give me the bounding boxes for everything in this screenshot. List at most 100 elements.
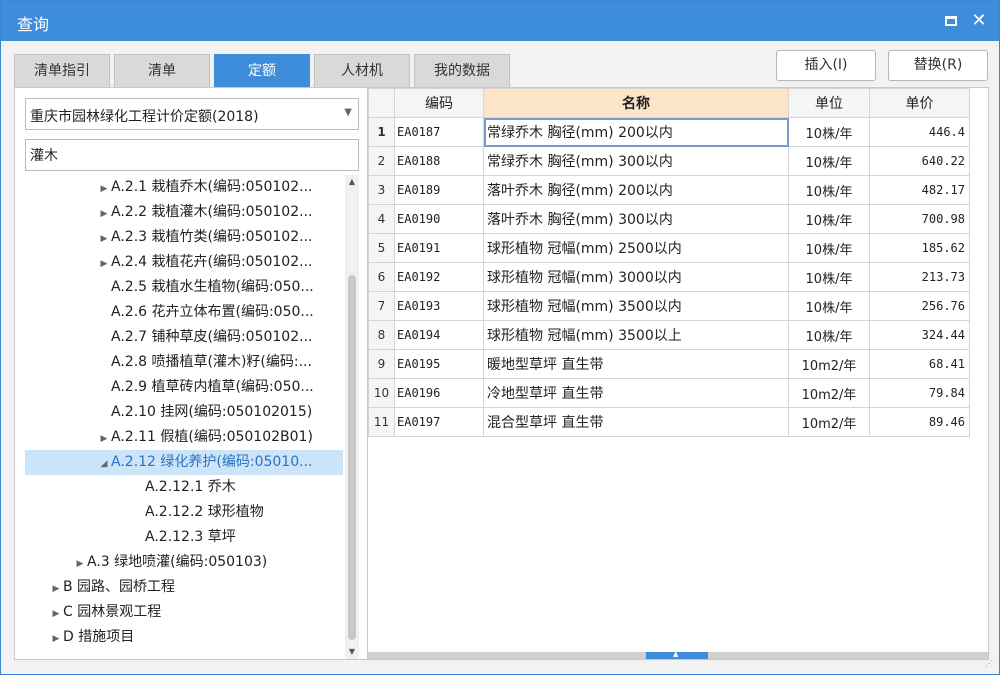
price-cell[interactable]: 213.73: [869, 262, 970, 292]
unit-cell[interactable]: 10株/年: [788, 117, 870, 147]
name-cell[interactable]: 球形植物 冠幅(mm) 2500以内: [483, 233, 789, 263]
tree-node[interactable]: ▶ A.2.1 栽植乔木(编码:050102...: [25, 175, 343, 200]
table-row[interactable]: 3 EA0189 落叶乔木 胸径(mm) 200以内 10株/年 482.17: [368, 175, 970, 205]
table-row[interactable]: 9 EA0195 暖地型草坪 直生带 10m2/年 68.41: [368, 349, 970, 379]
tab-my-data[interactable]: 我的数据: [414, 54, 510, 87]
name-cell[interactable]: 球形植物 冠幅(mm) 3500以内: [483, 291, 789, 321]
code-cell[interactable]: EA0187: [394, 117, 484, 147]
code-cell[interactable]: EA0194: [394, 320, 484, 350]
tree-node[interactable]: A.2.12.2 球形植物: [25, 500, 343, 525]
tree-node[interactable]: A.2.12.1 乔木: [25, 475, 343, 500]
scroll-down-icon[interactable]: ▼: [345, 645, 359, 659]
tree-node[interactable]: ▶ A.2.2 栽植灌木(编码:050102...: [25, 200, 343, 225]
code-cell[interactable]: EA0189: [394, 175, 484, 205]
column-header-name[interactable]: 名称: [483, 88, 789, 118]
price-cell[interactable]: 68.41: [869, 349, 970, 379]
code-cell[interactable]: EA0197: [394, 407, 484, 437]
expand-arrow-icon[interactable]: ▶: [49, 602, 63, 625]
price-cell[interactable]: 256.76: [869, 291, 970, 321]
expand-arrow-icon[interactable]: ▶: [97, 252, 111, 275]
unit-cell[interactable]: 10m2/年: [788, 349, 870, 379]
column-header-code[interactable]: 编码: [394, 88, 484, 118]
tree-node[interactable]: ▶ A.2.4 栽植花卉(编码:050102...: [25, 250, 343, 275]
tab-list-guide[interactable]: 清单指引: [14, 54, 110, 87]
tab-list[interactable]: 清单: [114, 54, 210, 87]
grid-horizontal-scrollbar[interactable]: ▲: [368, 650, 988, 659]
title-bar[interactable]: 查询 ✕: [1, 1, 999, 41]
scroll-up-icon[interactable]: ▲: [345, 175, 359, 189]
name-cell[interactable]: 混合型草坪 直生带: [483, 407, 789, 437]
resize-grip-icon[interactable]: ⋰: [985, 660, 997, 673]
tree-node[interactable]: ▶ A.3 绿地喷灌(编码:050103): [25, 550, 343, 575]
expand-arrow-icon[interactable]: ▶: [97, 177, 111, 200]
tree-node[interactable]: ▶ D 措施项目: [25, 625, 343, 650]
code-cell[interactable]: EA0191: [394, 233, 484, 263]
column-header-price[interactable]: 单价: [869, 88, 970, 118]
tree-node[interactable]: A.2.12.3 草坪: [25, 525, 343, 550]
unit-cell[interactable]: 10株/年: [788, 291, 870, 321]
maximize-button[interactable]: [939, 9, 963, 33]
insert-button[interactable]: 插入(I): [776, 50, 876, 81]
tree-node[interactable]: A.2.5 栽植水生植物(编码:050...: [25, 275, 343, 300]
tree-node[interactable]: A.2.10 挂网(编码:050102015): [25, 400, 343, 425]
expand-arrow-icon[interactable]: ▶: [73, 552, 87, 575]
expand-arrow-icon[interactable]: ▶: [97, 227, 111, 250]
code-cell[interactable]: EA0188: [394, 146, 484, 176]
tree-node[interactable]: ▶ A.2.11 假植(编码:050102B01): [25, 425, 343, 450]
expand-arrow-icon[interactable]: ▶: [49, 577, 63, 600]
table-row[interactable]: 1 EA0187 常绿乔木 胸径(mm) 200以内 10株/年 446.4: [368, 117, 970, 147]
tree-node[interactable]: A.2.9 植草砖内植草(编码:050...: [25, 375, 343, 400]
name-cell[interactable]: 冷地型草坪 直生带: [483, 378, 789, 408]
name-cell[interactable]: 暖地型草坪 直生带: [483, 349, 789, 379]
column-header-unit[interactable]: 单位: [788, 88, 870, 118]
name-cell[interactable]: 落叶乔木 胸径(mm) 300以内: [483, 204, 789, 234]
price-cell[interactable]: 446.4: [869, 117, 970, 147]
price-cell[interactable]: 640.22: [869, 146, 970, 176]
unit-cell[interactable]: 10m2/年: [788, 378, 870, 408]
tree-node[interactable]: ◢ A.2.12 绿化养护(编码:05010...: [25, 450, 343, 475]
unit-cell[interactable]: 10株/年: [788, 320, 870, 350]
price-cell[interactable]: 185.62: [869, 233, 970, 263]
tree-node[interactable]: ▶ C 园林景观工程: [25, 600, 343, 625]
table-row[interactable]: 7 EA0193 球形植物 冠幅(mm) 3500以内 10株/年 256.76: [368, 291, 970, 321]
code-cell[interactable]: EA0195: [394, 349, 484, 379]
price-cell[interactable]: 482.17: [869, 175, 970, 205]
expand-arrow-icon[interactable]: ▶: [97, 202, 111, 225]
tree-scrollbar[interactable]: ▲ ▼: [345, 175, 359, 659]
tree-node[interactable]: A.2.7 铺种草皮(编码:050102...: [25, 325, 343, 350]
tree-node[interactable]: A.2.6 花卉立体布置(编码:050...: [25, 300, 343, 325]
unit-cell[interactable]: 10株/年: [788, 146, 870, 176]
table-row[interactable]: 8 EA0194 球形植物 冠幅(mm) 3500以上 10株/年 324.44: [368, 320, 970, 350]
splitter-handle[interactable]: ▲: [646, 650, 708, 659]
expand-arrow-icon[interactable]: ▶: [97, 427, 111, 450]
price-cell[interactable]: 79.84: [869, 378, 970, 408]
tab-quota[interactable]: 定额: [214, 54, 310, 87]
price-cell[interactable]: 89.46: [869, 407, 970, 437]
name-cell[interactable]: 球形植物 冠幅(mm) 3500以上: [483, 320, 789, 350]
code-cell[interactable]: EA0193: [394, 291, 484, 321]
table-row[interactable]: 4 EA0190 落叶乔木 胸径(mm) 300以内 10株/年 700.98: [368, 204, 970, 234]
unit-cell[interactable]: 10m2/年: [788, 407, 870, 437]
quota-library-select[interactable]: 重庆市园林绿化工程计价定额(2018) ▼: [25, 98, 359, 130]
table-row[interactable]: 10 EA0196 冷地型草坪 直生带 10m2/年 79.84: [368, 378, 970, 408]
unit-cell[interactable]: 10株/年: [788, 175, 870, 205]
code-cell[interactable]: EA0190: [394, 204, 484, 234]
unit-cell[interactable]: 10株/年: [788, 262, 870, 292]
name-cell[interactable]: 常绿乔木 胸径(mm) 200以内: [483, 117, 789, 147]
name-cell[interactable]: 球形植物 冠幅(mm) 3000以内: [483, 262, 789, 292]
price-cell[interactable]: 324.44: [869, 320, 970, 350]
name-cell[interactable]: 常绿乔木 胸径(mm) 300以内: [483, 146, 789, 176]
code-cell[interactable]: EA0196: [394, 378, 484, 408]
code-cell[interactable]: EA0192: [394, 262, 484, 292]
collapse-arrow-icon[interactable]: ◢: [97, 452, 111, 475]
scrollbar-thumb[interactable]: [348, 275, 356, 640]
price-cell[interactable]: 700.98: [869, 204, 970, 234]
table-row[interactable]: 6 EA0192 球形植物 冠幅(mm) 3000以内 10株/年 213.73: [368, 262, 970, 292]
tree-node[interactable]: A.2.8 喷播植草(灌木)籽(编码:...: [25, 350, 343, 375]
name-cell[interactable]: 落叶乔木 胸径(mm) 200以内: [483, 175, 789, 205]
search-input[interactable]: [25, 139, 359, 171]
tree-node[interactable]: ▶ B 园路、园桥工程: [25, 575, 343, 600]
tree-node[interactable]: ▶ A.2.3 栽植竹类(编码:050102...: [25, 225, 343, 250]
replace-button[interactable]: 替换(R): [888, 50, 988, 81]
close-button[interactable]: ✕: [967, 9, 991, 33]
